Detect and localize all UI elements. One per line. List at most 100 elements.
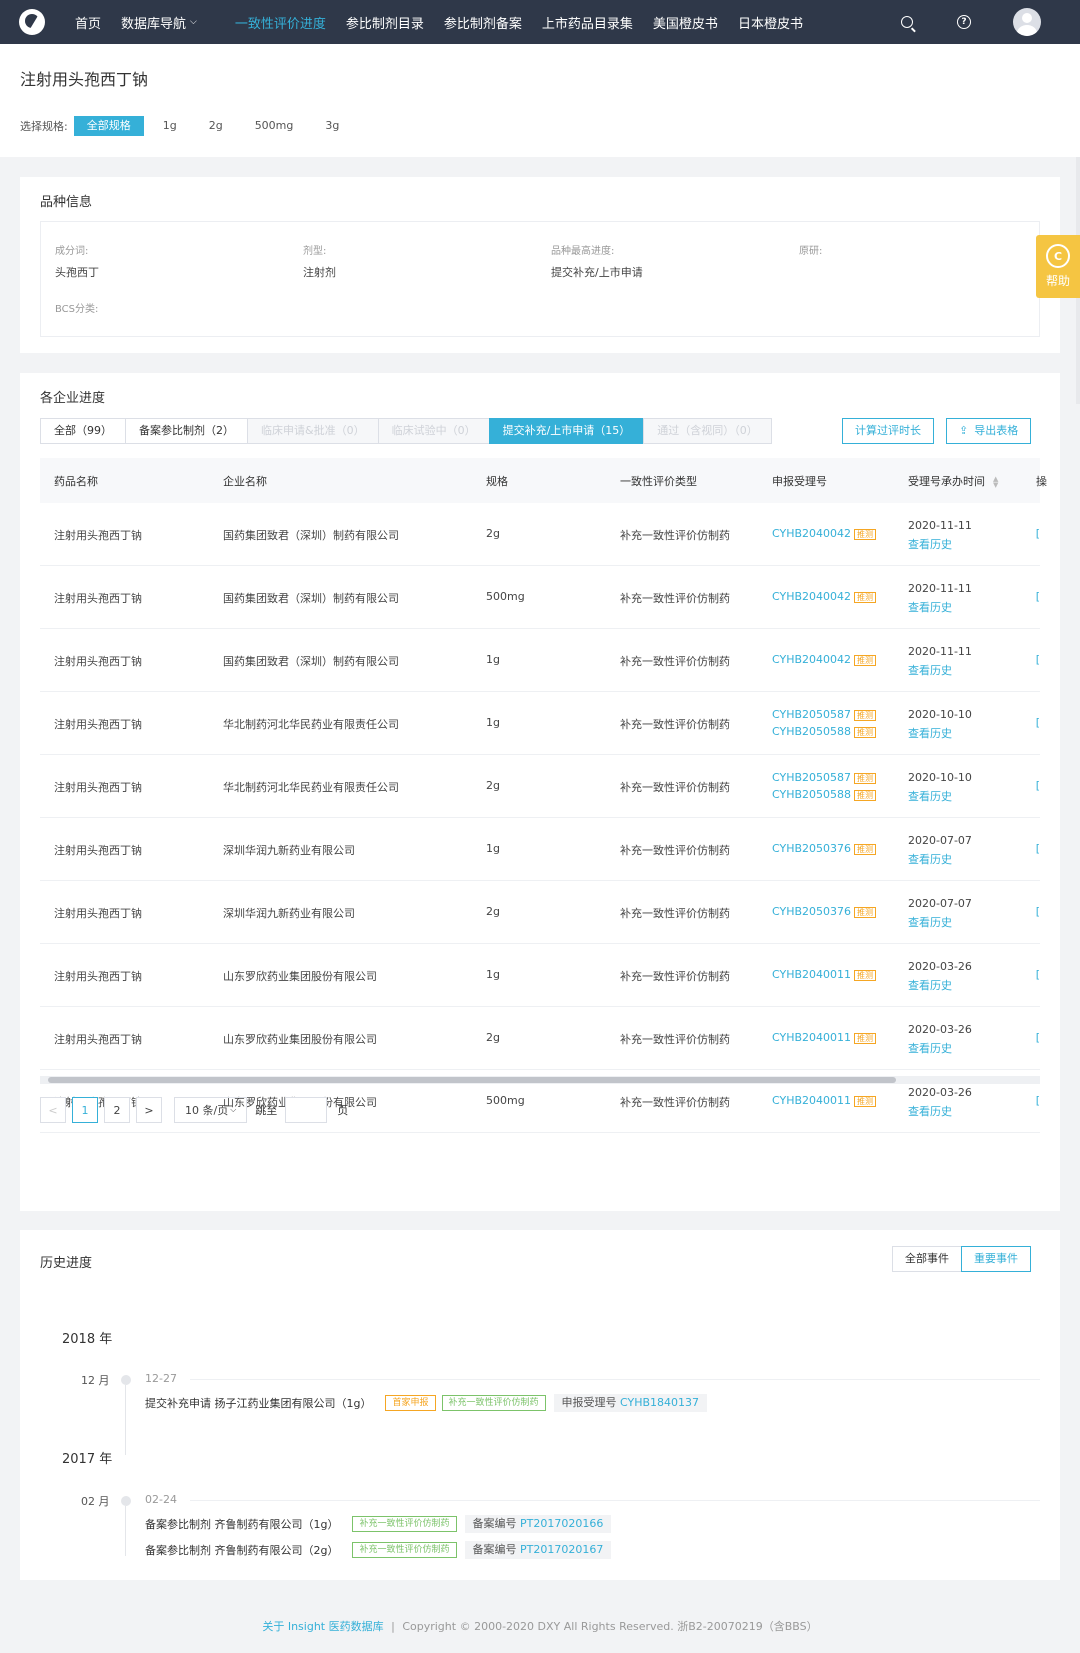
nav-item-0[interactable]: 首页 [75,13,101,32]
nav-item-1[interactable]: 数据库导航 ⌵ [121,13,197,32]
progress-tab-2[interactable]: 临床申请&批准（0） [247,418,379,444]
spec-chip-0[interactable]: 全部规格 [73,116,144,136]
accept-number-link[interactable]: CYHB2050376 [772,842,851,855]
progress-tab-4[interactable]: 提交补充/上市申请（15） [488,418,645,444]
cell-action-edge[interactable]: [ [1036,779,1040,792]
cell-action-edge[interactable]: [ [1036,527,1040,540]
cell-action-edge[interactable]: [ [1036,1031,1040,1044]
upload-icon: ⇪ [959,424,969,437]
col-accept-time-label: 受理号承办时间 [908,475,985,488]
accept-number-link[interactable]: CYHB2050376 [772,905,851,918]
view-history-link[interactable]: 查看历史 [908,788,952,804]
prev-page-button[interactable]: < [40,1097,66,1123]
cell-action-edge[interactable]: [ [1036,716,1040,729]
cell-drug-name: 注射用头孢西丁钠 [54,655,142,668]
next-page-button[interactable]: > [136,1097,162,1123]
cell-accept-number: CYHB2050587 推测 [772,708,877,721]
view-history-link[interactable]: 查看历史 [908,851,952,867]
progress-tab-0[interactable]: 全部（99） [40,418,126,444]
event-ref-link[interactable]: PT2017020166 [520,1517,603,1530]
logo-icon[interactable] [19,9,45,35]
cell-eval-type: 补充一致性评价仿制药 [620,1096,730,1109]
question-icon[interactable]: ? [957,15,971,29]
jump-page-input[interactable] [285,1097,328,1123]
nav-item-2[interactable]: 一致性评价进度 [235,13,326,32]
event-ref-label: 申报受理号 [561,1396,617,1409]
page-1-button[interactable]: 1 [72,1097,98,1123]
cell-spec: 1g [486,716,500,729]
event-ref-link[interactable]: PT2017020167 [520,1543,603,1556]
help-float-button[interactable]: C 帮助 [1036,235,1080,298]
progress-tab-1[interactable]: 备案参比制剂（2） [125,418,248,444]
cell-drug-name: 注射用头孢西丁钠 [54,907,142,920]
cell-accept-date: 2020-11-11 [908,519,972,532]
table-scrollbar[interactable] [40,1076,1040,1084]
spec-chip-4[interactable]: 3g [312,116,352,136]
accept-number-link[interactable]: CYHB2050588 [772,788,851,801]
sort-icon[interactable]: ▲ ▼ [993,476,998,489]
accept-number-link[interactable]: CYHB2040042 [772,590,851,603]
accept-number-link[interactable]: CYHB2040042 [772,653,851,666]
cell-company: 国药集团致君（深圳）制药有限公司 [223,592,399,605]
accept-number-link[interactable]: CYHB2040011 [772,1094,851,1107]
accept-number-link[interactable]: CYHB2040011 [772,968,851,981]
progress-tab-5[interactable]: 通过（含视同）（0） [643,418,772,444]
variety-info-title: 品种信息 [40,195,93,210]
view-history-link[interactable]: 查看历史 [908,977,952,993]
spec-chip-3[interactable]: 500mg [242,116,307,136]
footer-about-link[interactable]: 关于 Insight 医药数据库 [262,1620,383,1633]
nav-item-label: 参比制剂目录 [345,16,424,32]
nav-item-5[interactable]: 上市药品目录集 [542,13,633,32]
inferred-tag: 推测 [854,772,877,784]
view-history-link[interactable]: 查看历史 [908,725,952,741]
col-accept-time[interactable]: 受理号承办时间 ▲ ▼ [908,473,998,489]
nav-item-7[interactable]: 日本橙皮书 [738,13,803,32]
view-history-link[interactable]: 查看历史 [908,662,952,678]
accept-number-link[interactable]: CYHB2040011 [772,1031,851,1044]
scrollbar-thumb[interactable] [48,1077,896,1083]
page-2-button[interactable]: 2 [104,1097,130,1123]
cell-drug-name: 注射用头孢西丁钠 [54,529,142,542]
cell-action-edge[interactable]: [ [1036,653,1040,666]
cell-company: 深圳华润九新药业有限公司 [223,844,355,857]
nav-item-6[interactable]: 美国橙皮书 [653,13,718,32]
cell-company: 山东罗欣药业集团股份有限公司 [223,1033,377,1046]
event-ref-link[interactable]: CYHB1840137 [620,1396,699,1409]
spec-chip-1[interactable]: 1g [150,116,190,136]
cell-action-edge[interactable]: [ [1036,842,1040,855]
nav-item-3[interactable]: 参比制剂目录 [346,13,424,32]
avatar[interactable] [1013,8,1041,36]
header-panel: 注射用头孢西丁钠 选择规格: 全部规格 1g 2g 500mg 3g [0,44,1080,157]
export-table-label: 导出表格 [974,424,1019,437]
important-events-button[interactable]: 重要事件 [961,1246,1031,1272]
all-events-button[interactable]: 全部事件 [892,1246,962,1272]
view-history-link[interactable]: 查看历史 [908,1103,952,1119]
view-history-link[interactable]: 查看历史 [908,599,952,615]
view-history-link[interactable]: 查看历史 [908,536,952,552]
progress-tab-3[interactable]: 临床试验中（0） [377,418,490,444]
cell-action-edge[interactable]: [ [1036,968,1040,981]
accept-number-link[interactable]: CYHB2050587 [772,771,851,784]
cell-action-edge[interactable]: [ [1036,1094,1040,1107]
search-icon[interactable] [901,16,913,28]
page-size-select[interactable]: 10 条/页 ⌵ [174,1097,248,1123]
view-history-link[interactable]: 查看历史 [908,914,952,930]
accept-number-link[interactable]: CYHB2040042 [772,527,851,540]
first-filing-tag: 首家申报 [385,1395,436,1411]
inferred-tag: 推测 [854,1032,877,1044]
cell-eval-type: 补充一致性评价仿制药 [620,970,730,983]
table-row: 注射用头孢西丁钠 山东罗欣药业集团股份有限公司 2g 补充一致性评价仿制药 CYHB20… [40,1007,1040,1070]
export-table-button[interactable]: ⇪ 导出表格 [946,418,1032,444]
accept-number-link[interactable]: CYHB2050588 [772,725,851,738]
event-text: 备案参比制剂 齐鲁制药有限公司（1g） [145,1518,339,1531]
accept-number-link[interactable]: CYHB2050587 [772,708,851,721]
spec-chip-2[interactable]: 2g [196,116,236,136]
cell-action-edge[interactable]: [ [1036,905,1040,918]
calc-duration-button[interactable]: 计算过评时长 [842,418,934,444]
cell-accept-number: CYHB2040011 推测 [772,1031,877,1044]
cell-action-edge[interactable]: [ [1036,590,1040,603]
timeline-dot [121,1496,131,1506]
nav-item-4[interactable]: 参比制剂备案 [444,13,522,32]
view-history-link[interactable]: 查看历史 [908,1040,952,1056]
progress-card: 各企业进度 全部（99） 备案参比制剂（2） 临床申请&批准（0） 临床试验中（0）提… [20,373,1060,1211]
